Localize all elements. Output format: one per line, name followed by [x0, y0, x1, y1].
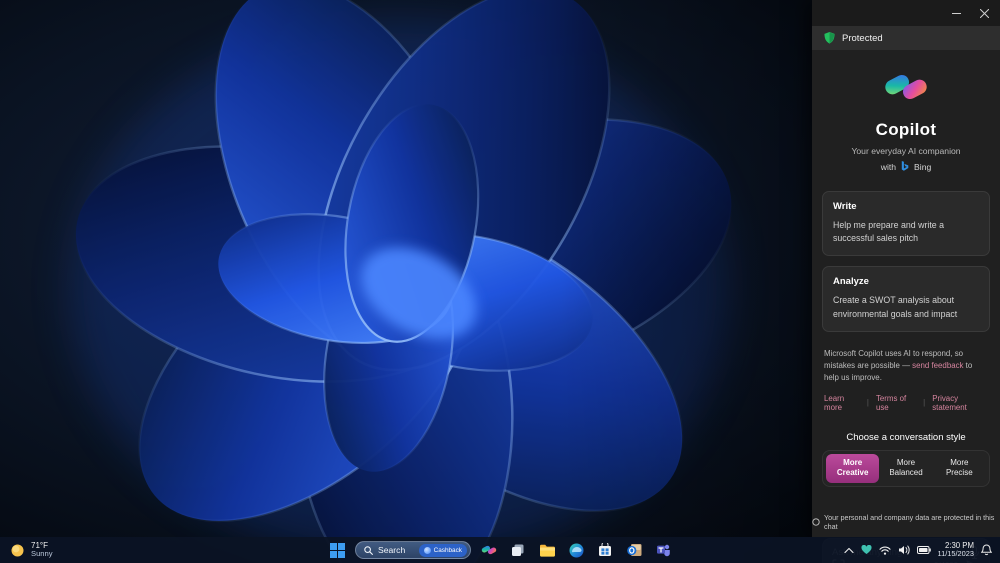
- conversation-style-label: Choose a conversation style: [846, 431, 966, 443]
- legal-links: Learn more | Terms of use | Privacy stat…: [824, 394, 988, 412]
- card-title: Analyze: [833, 276, 869, 288]
- search-placeholder: Search: [378, 545, 406, 555]
- microsoft-store-icon: [599, 543, 611, 556]
- style-more-creative[interactable]: More Creative: [826, 453, 880, 484]
- microsoft-store-button[interactable]: [594, 539, 616, 561]
- style-line1: More: [950, 457, 969, 467]
- with-label: with: [880, 161, 897, 172]
- privacy-note-text: Your personal and company data are prote…: [824, 513, 995, 532]
- file-explorer-icon: [539, 544, 555, 557]
- protected-label: Protected: [842, 32, 883, 44]
- search-box[interactable]: Search Cashback: [355, 541, 471, 559]
- card-body: Help me prepare and write a successful s…: [833, 220, 944, 244]
- badge-label: Cashback: [433, 546, 462, 554]
- outlook-icon: [626, 544, 641, 556]
- style-line2: Balanced: [889, 468, 923, 478]
- with-bing-row: with Bing: [812, 161, 1000, 172]
- start-button[interactable]: [326, 539, 348, 561]
- heart-icon[interactable]: [861, 545, 872, 555]
- taskbar-copilot-button[interactable]: [478, 539, 500, 561]
- windows-logo-icon: [329, 542, 345, 558]
- suggestion-card-write[interactable]: Write Help me prepare and write a succes…: [822, 191, 990, 257]
- volume-icon[interactable]: [898, 545, 910, 555]
- taskbar: 71°F Sunny Search Cashback 2:30 PM 11/15…: [0, 537, 1000, 563]
- copilot-title: Copilot: [875, 120, 937, 139]
- weather-widget[interactable]: 71°F Sunny: [0, 537, 63, 563]
- shield-icon: [824, 32, 835, 44]
- protected-banner[interactable]: Protected: [812, 26, 1000, 50]
- ai-disclaimer: Microsoft Copilot uses AI to respond, so…: [824, 348, 988, 385]
- card-title: Write: [833, 201, 857, 212]
- suggestion-card-analyze[interactable]: Analyze Create a SWOT analysis about env…: [822, 266, 990, 332]
- panel-titlebar: [812, 0, 1000, 26]
- style-line2: Precise: [945, 468, 973, 478]
- bing-label: Bing: [914, 161, 932, 172]
- clock-date: 11/15/2023: [937, 549, 974, 559]
- copilot-subtitle: Your everyday AI companion: [851, 146, 961, 156]
- copilot-panel: Protected Copilot Your everyday AI compa…: [812, 0, 1000, 563]
- outlook-button[interactable]: [623, 539, 645, 561]
- style-line1: More: [896, 457, 916, 467]
- teams-icon: [656, 544, 670, 557]
- conversation-style-group: More Creative More Balanced More Precise: [822, 449, 990, 488]
- desktop: Protected Copilot Your everyday AI compa…: [0, 0, 1000, 563]
- bing-icon: [901, 161, 909, 171]
- chevron-up-icon[interactable]: [843, 547, 854, 554]
- search-icon: [364, 545, 373, 555]
- style-line2: Creative: [836, 468, 869, 478]
- edge-icon: [569, 543, 583, 557]
- link-separator: |: [923, 398, 926, 407]
- weather-condition: Sunny: [31, 549, 53, 559]
- bell-icon[interactable]: [981, 544, 992, 556]
- teams-button[interactable]: [652, 539, 674, 561]
- link-separator: |: [866, 398, 869, 407]
- privacy-note: Your personal and company data are prote…: [812, 513, 1000, 531]
- clock[interactable]: 2:30 PM 11/15/2023: [938, 541, 974, 559]
- copilot-hero: Copilot Your everyday AI companion with …: [812, 64, 1000, 172]
- system-tray: 2:30 PM 11/15/2023: [843, 537, 1000, 563]
- battery-icon[interactable]: [916, 546, 931, 554]
- style-line1: More: [843, 457, 863, 467]
- card-body: Create a SWOT analysis about environment…: [833, 295, 958, 319]
- edge-button[interactable]: [565, 539, 587, 561]
- minimize-icon[interactable]: [944, 3, 968, 23]
- search-promo-badge[interactable]: Cashback: [418, 543, 467, 557]
- copilot-logo: [885, 74, 927, 100]
- taskbar-center: Search Cashback: [326, 537, 674, 563]
- learn-more-link[interactable]: Learn more: [824, 394, 860, 412]
- sun-icon: [11, 544, 24, 556]
- privacy-circle-icon: [812, 518, 820, 526]
- style-more-balanced[interactable]: More Balanced: [879, 454, 932, 484]
- file-explorer-button[interactable]: [536, 539, 558, 561]
- task-view-icon: [512, 544, 524, 556]
- badge-icon: [423, 546, 431, 554]
- style-more-precise[interactable]: More Precise: [933, 454, 986, 484]
- task-view-button[interactable]: [507, 539, 529, 561]
- privacy-statement-link[interactable]: Privacy statement: [932, 394, 988, 412]
- wifi-icon[interactable]: [878, 546, 891, 555]
- send-feedback-link[interactable]: send feedback: [912, 361, 963, 370]
- copilot-icon: [481, 545, 497, 555]
- close-icon[interactable]: [972, 3, 996, 23]
- terms-of-use-link[interactable]: Terms of use: [876, 394, 916, 412]
